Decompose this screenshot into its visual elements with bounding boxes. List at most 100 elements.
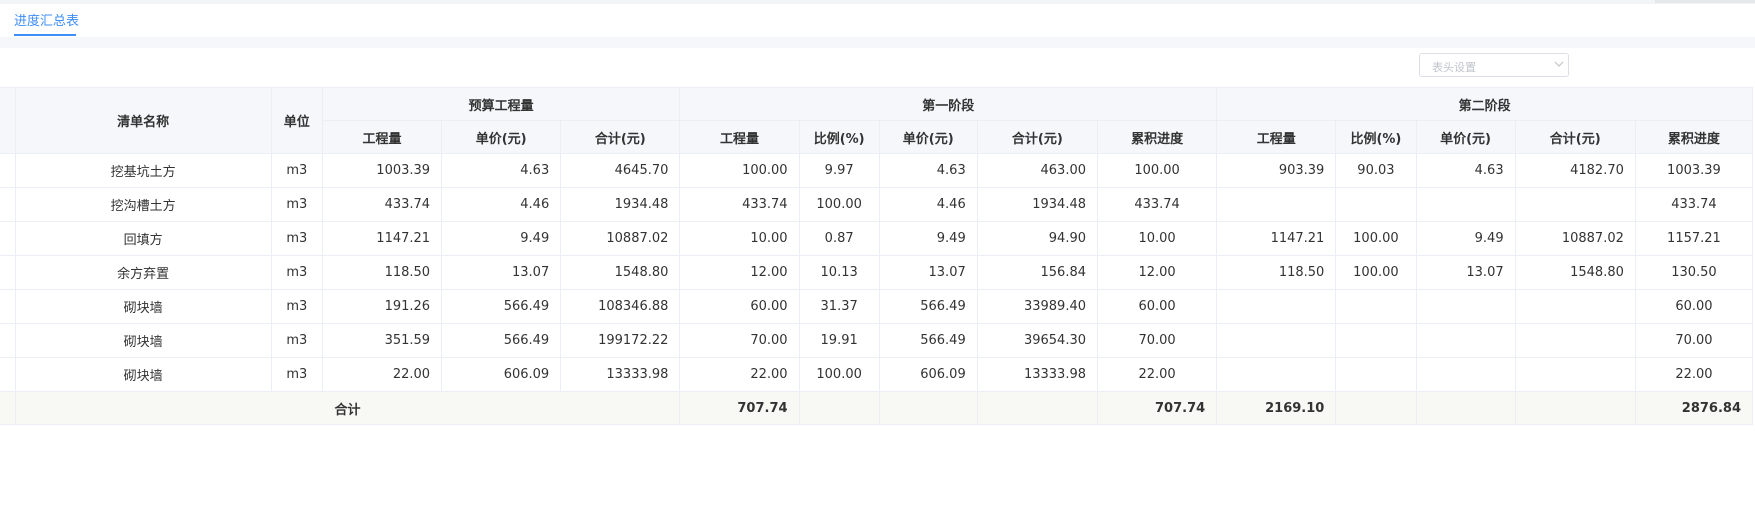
cell-item-name: 挖基坑土方	[14, 153, 272, 188]
cell-budget-qty: 1147.21	[321, 221, 443, 256]
cell-stage2-total: 1548.80	[1514, 255, 1636, 290]
header-stage1-total: 合计(元)	[976, 120, 1099, 154]
cell-budget-price: 606.09	[441, 357, 562, 392]
cell-budget-qty: 1003.39	[321, 153, 443, 188]
header-stage1-group: 第一阶段	[679, 87, 1218, 121]
cell-stage1-total: 463.00	[976, 153, 1099, 188]
cell-stage1-ratio: 19.91	[798, 323, 880, 358]
tab-active-indicator	[14, 34, 76, 36]
divider-band	[0, 37, 1755, 48]
cell-stage2-total: 10887.02	[1514, 221, 1636, 256]
header-stage2-group: 第二阶段	[1216, 87, 1753, 121]
cell-stage1-price: 4.46	[878, 187, 978, 222]
total-stage2-cumulative: 2876.84	[1634, 391, 1754, 425]
total-checkbox-cell	[0, 391, 16, 425]
cell-stage2-qty	[1216, 289, 1337, 324]
cell-stage1-cumulative: 12.00	[1096, 255, 1218, 290]
header-stage2-qty: 工程量	[1216, 120, 1337, 154]
cell-budget-total: 1548.80	[560, 255, 681, 290]
header-stage1-cumulative: 累积进度	[1096, 120, 1218, 154]
cell-stage2-qty: 1147.21	[1216, 221, 1337, 256]
header-stage1-price: 单价(元)	[878, 120, 978, 154]
cell-stage1-price: 566.49	[878, 323, 978, 358]
cell-unit: m3	[270, 255, 323, 290]
cell-stage2-price: 13.07	[1415, 255, 1516, 290]
cell-stage2-total	[1514, 289, 1636, 324]
row-checkbox-cell	[0, 187, 16, 222]
header-budget-group: 预算工程量	[321, 87, 681, 121]
cell-stage2-qty: 903.39	[1216, 153, 1337, 188]
table-row: 回填方 m3 1147.21 9.49 10887.02 10.00 0.87 9.49 94.…	[0, 221, 1754, 256]
cell-unit: m3	[270, 289, 323, 324]
cell-item-name: 余方弃置	[14, 255, 272, 290]
row-checkbox-cell	[0, 221, 16, 256]
cell-stage2-price	[1415, 289, 1516, 324]
total-label: 合计	[14, 391, 681, 425]
cell-stage2-ratio	[1335, 289, 1417, 324]
cell-stage2-total: 4182.70	[1514, 153, 1636, 188]
cell-budget-qty: 433.74	[321, 187, 443, 222]
cell-stage1-qty: 433.74	[679, 187, 800, 222]
cell-budget-total: 1934.48	[560, 187, 681, 222]
cell-stage2-qty: 118.50	[1216, 255, 1337, 290]
cell-item-name: 砌块墙	[14, 357, 272, 392]
cell-budget-qty: 351.59	[321, 323, 443, 358]
table-row: 挖基坑土方 m3 1003.39 4.63 4645.70 100.00 9.97 4.63 4…	[0, 153, 1754, 188]
cell-stage1-total: 13333.98	[976, 357, 1099, 392]
cell-stage2-price	[1415, 323, 1516, 358]
header-budget-price: 单价(元)	[441, 120, 562, 154]
cell-budget-price: 9.49	[441, 221, 562, 256]
cell-stage1-cumulative: 22.00	[1096, 357, 1218, 392]
cell-stage2-price: 9.49	[1415, 221, 1516, 256]
row-checkbox-cell	[0, 153, 16, 188]
tab-progress-summary[interactable]: 进度汇总表	[14, 10, 79, 29]
cell-stage2-ratio: 100.00	[1335, 221, 1417, 256]
cell-budget-price: 13.07	[441, 255, 562, 290]
cell-stage1-cumulative: 10.00	[1096, 221, 1218, 256]
cell-stage1-price: 4.63	[878, 153, 978, 188]
header-stage2-price: 单价(元)	[1415, 120, 1516, 154]
cell-unit: m3	[270, 221, 323, 256]
header-stage2-cumulative: 累积进度	[1634, 120, 1754, 154]
cell-stage2-cumulative: 130.50	[1634, 255, 1754, 290]
cell-stage1-ratio: 10.13	[798, 255, 880, 290]
cell-item-name: 挖沟槽土方	[14, 187, 272, 222]
total-empty-cell	[878, 391, 978, 425]
top-strip-handle	[1655, 0, 1755, 3]
cell-stage1-qty: 70.00	[679, 323, 800, 358]
cell-stage1-ratio: 31.37	[798, 289, 880, 324]
row-checkbox-cell	[0, 323, 16, 358]
total-row: 合计 707.74 707.74 2169.10 2876.84	[0, 391, 1754, 425]
cell-budget-total: 10887.02	[560, 221, 681, 256]
cell-budget-total: 199172.22	[560, 323, 681, 358]
cell-stage1-cumulative: 60.00	[1096, 289, 1218, 324]
cell-stage2-ratio	[1335, 187, 1417, 222]
progress-summary-table: 清单名称 单位 预算工程量 第一阶段 第二阶段 工程量 单价(元) 合计(元) …	[0, 87, 1754, 425]
total-empty-cell	[976, 391, 1099, 425]
cell-budget-total: 108346.88	[560, 289, 681, 324]
cell-stage1-qty: 22.00	[679, 357, 800, 392]
cell-stage1-ratio: 0.87	[798, 221, 880, 256]
cell-item-name: 砌块墙	[14, 289, 272, 324]
cell-stage1-price: 9.49	[878, 221, 978, 256]
tab-bar: 进度汇总表	[0, 4, 1755, 37]
cell-item-name: 回填方	[14, 221, 272, 256]
cell-budget-price: 4.46	[441, 187, 562, 222]
total-stage1-qty: 707.74	[679, 391, 800, 425]
header-setting-select[interactable]: 表头设置	[1419, 53, 1569, 77]
chevron-down-icon	[1554, 61, 1564, 67]
cell-stage1-total: 33989.40	[976, 289, 1099, 324]
cell-stage2-qty	[1216, 187, 1337, 222]
header-budget-qty: 工程量	[321, 120, 443, 154]
cell-budget-qty: 191.26	[321, 289, 443, 324]
cell-stage1-qty: 12.00	[679, 255, 800, 290]
cell-unit: m3	[270, 357, 323, 392]
total-stage1-cumulative: 707.74	[1096, 391, 1218, 425]
cell-stage2-total	[1514, 323, 1636, 358]
cell-stage1-total: 1934.48	[976, 187, 1099, 222]
header-stage1-ratio: 比例(%)	[798, 120, 880, 154]
cell-stage1-ratio: 100.00	[798, 357, 880, 392]
cell-stage1-qty: 100.00	[679, 153, 800, 188]
cell-stage1-cumulative: 100.00	[1096, 153, 1218, 188]
cell-stage1-cumulative: 70.00	[1096, 323, 1218, 358]
